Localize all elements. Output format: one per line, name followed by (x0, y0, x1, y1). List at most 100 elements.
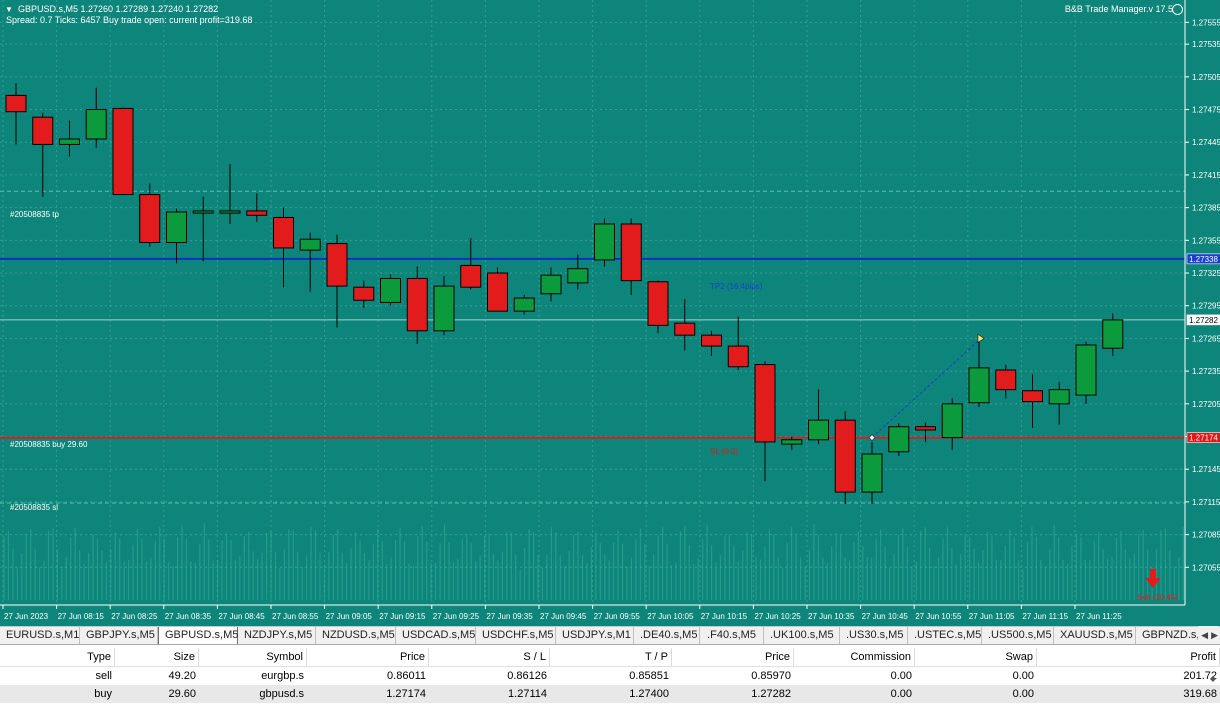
price-tick-label: 1.27055 (1192, 563, 1220, 572)
chart-tab[interactable]: GBPJPY.s,M5 (80, 627, 158, 644)
candle (941, 403, 963, 439)
menu-triangle-icon[interactable]: ▼ (5, 4, 13, 15)
column-header[interactable]: Commission (794, 648, 915, 666)
tabs-scroll-controls[interactable]: ◀ ▶ (1198, 626, 1218, 644)
candle (166, 211, 187, 244)
candle (674, 322, 696, 336)
time-tick-label: 27 Jun 10:55 (915, 612, 962, 621)
chart-tab[interactable]: .US500.s,M5 (982, 627, 1054, 644)
candle (968, 367, 990, 404)
chart-tab[interactable]: GBPNZD.s,M (1136, 627, 1209, 644)
candle (59, 138, 80, 145)
table-cell: 1.27174 (386, 688, 426, 700)
chart-tab[interactable]: USDCAD.s,M5 (396, 627, 476, 644)
indicator-settings-icon[interactable] (1172, 4, 1183, 15)
price-tick-label: 1.27445 (1192, 138, 1220, 147)
column-header[interactable]: Symbol (199, 648, 307, 666)
column-header[interactable]: T / P (550, 648, 672, 666)
column-header[interactable]: Type (0, 648, 115, 666)
table-cell: buy (94, 688, 112, 700)
table-row[interactable]: buy 29.60 gbpusd.s 1.27174 1.27114 1.27400 1.2… (0, 685, 1220, 703)
chart-tab[interactable]: .US30.s,M5 (840, 627, 908, 644)
time-tick-label: 27 Jun 08:45 (218, 612, 265, 621)
candle (85, 109, 107, 140)
time-tick-label: 27 Jun 10:45 (862, 612, 909, 621)
chart-tab[interactable]: GBPUSD.s,M5 (158, 627, 238, 644)
table-cell: 49.20 (168, 670, 196, 682)
table-cell: 0.86126 (507, 670, 547, 682)
time-tick-label: 27 Jun 08:55 (272, 612, 319, 621)
tp2-line-label: TP2 (16.4pips) (710, 282, 763, 291)
column-header[interactable]: Swap (915, 648, 1037, 666)
chart-tab[interactable]: NZDUSD.s,M5 (316, 627, 396, 644)
candle (273, 216, 294, 249)
column-header[interactable]: S / L (429, 648, 550, 666)
time-tick-label: 27 Jun 11:05 (969, 612, 1015, 621)
time-tick-label: 27 Jun 09:35 (486, 612, 533, 621)
time-tick-label: 27 Jun 09:15 (379, 612, 426, 621)
candle (1075, 344, 1097, 396)
time-tick-label: 27 Jun 09:55 (594, 612, 641, 621)
trade-table: Type Size Symbol Price S / LT / P Price Commis… (0, 648, 1220, 707)
column-header[interactable]: Price (307, 648, 429, 666)
sell-arrow-icon (1145, 569, 1161, 588)
sell-arrow-label: Sell (10:45) (1137, 593, 1178, 602)
table-scroll-icon[interactable]: ◆ (1210, 674, 1216, 683)
indicator-name: B&B Trade Manager.v 17.5 (1064, 4, 1173, 14)
chart-tab[interactable]: .USTEC.s,M5 (908, 627, 982, 644)
entry-price-badge: 1.27174 (1189, 434, 1218, 443)
chart-tab[interactable]: USDCHF.s,M5 (476, 627, 556, 644)
candle (139, 194, 161, 244)
price-tick-label: 1.27325 (1192, 269, 1220, 278)
column-header[interactable]: Profit (1037, 648, 1220, 666)
candle (5, 94, 27, 113)
exit-marker-icon (977, 333, 985, 343)
price-tick-label: 1.27385 (1192, 204, 1220, 213)
chart-tab[interactable]: XAUUSD.s,M5 (1054, 627, 1136, 644)
chart-symbol-line: GBPUSD.s,M5 1.27260 1.27289 1.27240 1.27… (18, 4, 219, 14)
scroll-left-icon[interactable]: ◀ (1201, 630, 1208, 641)
price-tick-label: 1.27475 (1192, 106, 1220, 115)
scroll-right-icon[interactable]: ▶ (1211, 630, 1218, 641)
chart-tab[interactable]: NZDJPY.s,M5 (238, 627, 316, 644)
chart-area[interactable]: 1.27555 1.27535 1.27505 1.27475 1.27445 1.274… (0, 0, 1220, 626)
time-tick-label: 27 Jun 10:35 (808, 612, 855, 621)
table-cell: 1.27114 (508, 688, 547, 700)
table-cell: 1.27282 (751, 688, 791, 700)
chart-tab[interactable]: .DE40.s,M5 (634, 627, 700, 644)
price-tick-label: 1.27555 (1192, 18, 1220, 27)
table-cell: 201.72 (1183, 670, 1217, 682)
time-tick-label: 27 Jun 09:45 (540, 612, 587, 621)
time-tick-label: 27 Jun 10:15 (701, 612, 748, 621)
chart-tab[interactable]: .F40.s,M5 (700, 627, 764, 644)
time-tick-label: 27 Jun 11:25 (1076, 612, 1122, 621)
column-header[interactable]: Size (115, 648, 199, 666)
table-row[interactable]: sell 49.20 eurgbp.s 0.86011 0.86126 0.85851 0.… (0, 667, 1220, 685)
candle (353, 286, 375, 301)
chart-tab[interactable]: .UK100.s,M5 (764, 627, 840, 644)
chart-tab[interactable]: EURUSD.s,M1 (0, 627, 80, 644)
candle (326, 243, 348, 287)
candle (915, 426, 936, 431)
table-cell: 0.86011 (387, 670, 426, 682)
candle (380, 277, 401, 303)
candle (620, 223, 642, 282)
price-chart[interactable]: 1.27555 1.27535 1.27505 1.27475 1.27445 1.274… (0, 0, 1220, 626)
time-tick-label: 27 Jun 08:35 (165, 612, 212, 621)
candle (192, 210, 214, 214)
time-tick-label: 27 Jun 08:25 (111, 612, 158, 621)
candle (808, 419, 829, 441)
table-cell: 0.00 (1012, 670, 1034, 682)
chart-tab[interactable]: USDJPY.s,M1 (556, 627, 634, 644)
candle (406, 277, 428, 332)
time-tick-label: 27 Jun 10:05 (647, 612, 694, 621)
time-tick-label: 27 Jun 2023 (4, 612, 49, 621)
table-cell: 29.60 (168, 688, 196, 700)
column-header[interactable]: Price (672, 648, 794, 666)
candle (727, 345, 749, 368)
candle (112, 107, 134, 196)
sl-near-label: SL (0.0) (710, 447, 739, 456)
price-tick-label: 1.27295 (1192, 302, 1220, 311)
trade-connector-line (871, 338, 982, 438)
candle (433, 285, 455, 332)
